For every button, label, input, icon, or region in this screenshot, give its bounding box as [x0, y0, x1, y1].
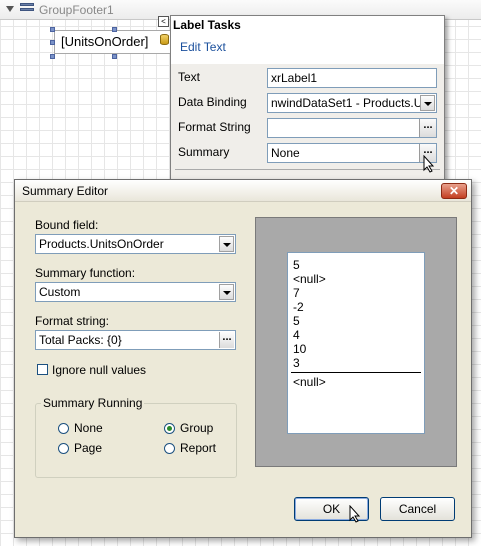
data-binding-label: Data Binding	[178, 95, 247, 109]
tasks-separator	[175, 169, 440, 170]
selection-handle[interactable]	[112, 54, 117, 59]
summary-input[interactable]: None...	[267, 143, 437, 163]
summary-editor-dialog: Summary Editor ✕ Bound field: Products.U…	[14, 179, 472, 538]
band-collapse-icon[interactable]	[6, 6, 14, 12]
format-string-label: Format string:	[35, 314, 110, 328]
preview-value: 4	[293, 328, 300, 342]
cancel-button[interactable]: Cancel	[380, 497, 455, 521]
summary-label: Summary	[178, 145, 230, 159]
preview-separator	[291, 372, 421, 373]
band-icon	[20, 3, 34, 16]
preview-result: <null>	[293, 375, 326, 389]
format-string-label: Format String	[178, 120, 251, 134]
selection-handle[interactable]	[50, 27, 55, 32]
radio-none[interactable]	[58, 423, 69, 434]
format-string-input[interactable]: ...	[267, 118, 437, 138]
format-string-value: Total Packs: {0}	[39, 333, 122, 347]
bound-field-label: Bound field:	[35, 218, 99, 232]
radio-page[interactable]	[58, 443, 69, 454]
preview-value: 5	[293, 314, 300, 328]
ignore-nulls-checkbox[interactable]	[37, 364, 48, 375]
preview-value: 5	[293, 258, 300, 272]
preview-page: 5 <null> 7 -2 5 4 10 3 <null>	[287, 252, 425, 434]
summary-value: None	[271, 146, 300, 160]
summary-running-title: Summary Running	[41, 396, 145, 410]
chevron-down-icon[interactable]	[219, 236, 234, 252]
ignore-nulls-label[interactable]: Ignore null values	[52, 363, 146, 377]
label-tasks-panel: Label Tasks Edit Text Text xrLabel1 Data…	[170, 15, 445, 181]
radio-page-label[interactable]: Page	[74, 441, 102, 455]
format-string-ellipsis-button[interactable]: ...	[219, 332, 234, 348]
close-icon[interactable]: ✕	[441, 183, 467, 199]
format-string-ellipsis-button[interactable]: ...	[419, 119, 436, 137]
dialog-titlebar[interactable]: Summary Editor ✕	[15, 180, 471, 202]
tasks-title: Label Tasks	[173, 18, 241, 32]
preview-value: 10	[293, 342, 307, 356]
selection-handle[interactable]	[50, 54, 55, 59]
summary-function-label: Summary function:	[35, 266, 136, 280]
report-label-control[interactable]: [UnitsOnOrder]	[54, 30, 174, 54]
preview-value: 7	[293, 286, 300, 300]
selection-handle[interactable]	[50, 40, 55, 45]
radio-none-label[interactable]: None	[74, 421, 103, 435]
chevron-down-icon[interactable]	[219, 284, 234, 300]
data-binding-value: nwindDataSet1 - Products.Uni	[271, 96, 432, 110]
summary-function-combo[interactable]: Custom	[35, 282, 236, 302]
summary-running-group: Summary Running None Group Page Report	[35, 396, 237, 478]
dialog-title: Summary Editor	[22, 184, 109, 198]
text-property-label: Text	[178, 70, 201, 84]
text-property-input[interactable]: xrLabel1	[267, 68, 437, 88]
chevron-down-icon[interactable]	[420, 95, 435, 111]
band-title: GroupFooter1	[39, 3, 114, 17]
summary-function-value: Custom	[39, 285, 81, 299]
preview-value: <null>	[293, 272, 326, 286]
mouse-cursor-icon	[423, 155, 435, 173]
preview-value: -2	[293, 300, 304, 314]
data-binding-icon	[160, 34, 169, 45]
selection-handle[interactable]	[112, 27, 117, 32]
bound-field-combo[interactable]: Products.UnitsOnOrder	[35, 234, 236, 254]
radio-group[interactable]	[164, 423, 175, 434]
summary-preview: 5 <null> 7 -2 5 4 10 3 <null>	[255, 217, 457, 467]
data-binding-combo[interactable]: nwindDataSet1 - Products.Uni	[267, 93, 437, 113]
text-property-value: xrLabel1	[271, 71, 318, 85]
radio-group-label[interactable]: Group	[180, 421, 213, 435]
radio-report-label[interactable]: Report	[180, 441, 216, 455]
smart-tag-collapse-button[interactable]: <	[158, 16, 169, 27]
format-string-input[interactable]: Total Packs: {0} ...	[35, 330, 236, 350]
preview-value: 3	[293, 356, 300, 370]
bound-field-value: Products.UnitsOnOrder	[39, 237, 164, 251]
edit-text-link[interactable]: Edit Text	[180, 40, 226, 54]
radio-report[interactable]	[164, 443, 175, 454]
mouse-cursor-icon	[349, 505, 361, 523]
